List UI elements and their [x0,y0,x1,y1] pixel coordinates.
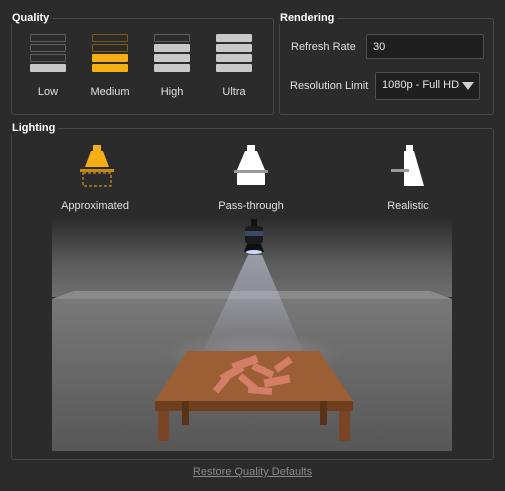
lighting-option-realistic[interactable]: Realistic [378,142,438,217]
quality-option-label: High [160,86,184,98]
lighting-option-pass-through[interactable]: Pass-through [214,142,288,217]
lighting-option-label: Approximated [61,200,129,212]
resolution-limit-select[interactable]: 1080p - Full HD [375,72,480,100]
realistic-light-icon [391,145,424,186]
resolution-limit-value: 1080p - Full HD [382,79,460,91]
quality-option-label: Ultra [222,86,246,98]
quality-medium-bars-icon [92,34,128,72]
quality-ultra-bars-icon [216,34,252,72]
rendering-panel [279,18,494,115]
quality-option-ultra[interactable]: Ultra [209,34,259,98]
pass-through-light-icon [234,145,268,185]
quality-title: Quality [9,12,53,24]
refresh-rate-label: Refresh Rate [291,41,356,53]
refresh-rate-input[interactable] [366,34,484,59]
chevron-down-icon [462,82,474,90]
lighting-option-approximated[interactable]: Approximated [60,142,130,217]
lighting-preview [52,219,452,451]
lighting-option-label: Pass-through [218,200,284,212]
restore-defaults-link[interactable]: Restore Quality Defaults [0,466,505,478]
quality-option-medium[interactable]: Medium [85,34,135,98]
quality-low-bars-icon [30,34,66,72]
quality-high-bars-icon [154,34,190,72]
lighting-title: Lighting [9,122,59,134]
quality-option-low[interactable]: Low [23,34,73,98]
quality-option-label: Low [37,86,59,98]
quality-option-label: Medium [90,86,130,98]
approximated-light-icon [80,145,114,187]
lighting-option-label: Realistic [387,200,429,212]
resolution-limit-label: Resolution Limit [290,80,369,92]
rendering-title: Rendering [277,12,338,24]
quality-option-high[interactable]: High [147,34,197,98]
